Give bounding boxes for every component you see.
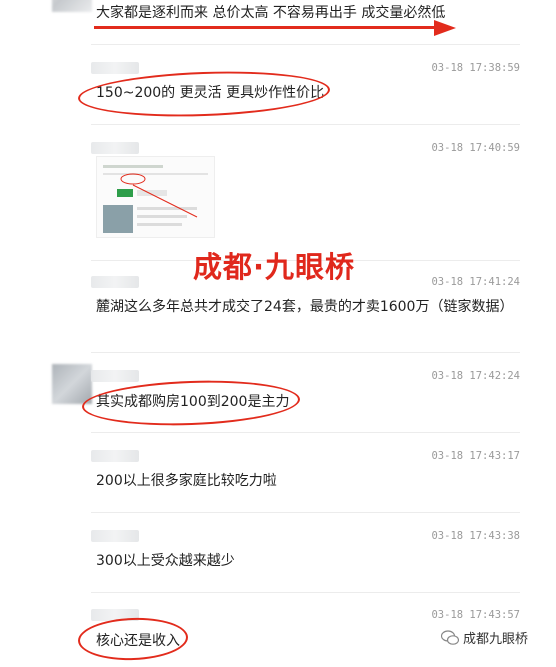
brand-watermark: 成都九眼桥	[441, 628, 528, 647]
red-underline-arrow	[94, 26, 440, 29]
nickname	[91, 370, 139, 382]
timestamp: 03-18 17:43:38	[431, 530, 520, 542]
wechat-icon	[441, 629, 459, 645]
red-circle-annotation	[77, 616, 189, 662]
avatar	[52, 364, 92, 404]
message-text: 麓湖这么多年总共才成交了24套，最贵的才卖1600万（链家数据）	[96, 299, 514, 315]
message-text: 300以上受众越来越少	[96, 553, 235, 569]
red-circle-annotation	[81, 377, 301, 429]
timestamp: 03-18 17:43:17	[431, 450, 520, 462]
timestamp: 03-18 17:42:24	[431, 370, 520, 382]
overlay-title: 成都·九眼桥	[193, 250, 356, 284]
brand-name: 成都九眼桥	[463, 632, 529, 647]
divider	[91, 352, 520, 353]
arrowhead-icon	[434, 20, 456, 36]
divider	[91, 592, 520, 593]
message-text: 200以上很多家庭比较吃力啦	[96, 473, 277, 489]
timestamp: 03-18 17:38:59	[431, 62, 520, 74]
divider	[91, 512, 520, 513]
nickname	[91, 276, 139, 288]
nickname	[91, 530, 139, 542]
screenshot-thumbnail[interactable]	[96, 156, 215, 238]
timestamp: 03-18 17:40:59	[431, 142, 520, 154]
nickname	[91, 142, 139, 154]
divider	[91, 44, 520, 45]
divider	[91, 432, 520, 433]
timestamp: 03-18 17:43:57	[431, 609, 520, 621]
red-circle-annotation	[77, 67, 331, 121]
thumbnail-image	[97, 157, 214, 237]
avatar	[52, 0, 92, 12]
divider	[91, 124, 520, 125]
nickname	[91, 62, 139, 74]
timestamp: 03-18 17:41:24	[431, 276, 520, 288]
nickname	[91, 450, 139, 462]
